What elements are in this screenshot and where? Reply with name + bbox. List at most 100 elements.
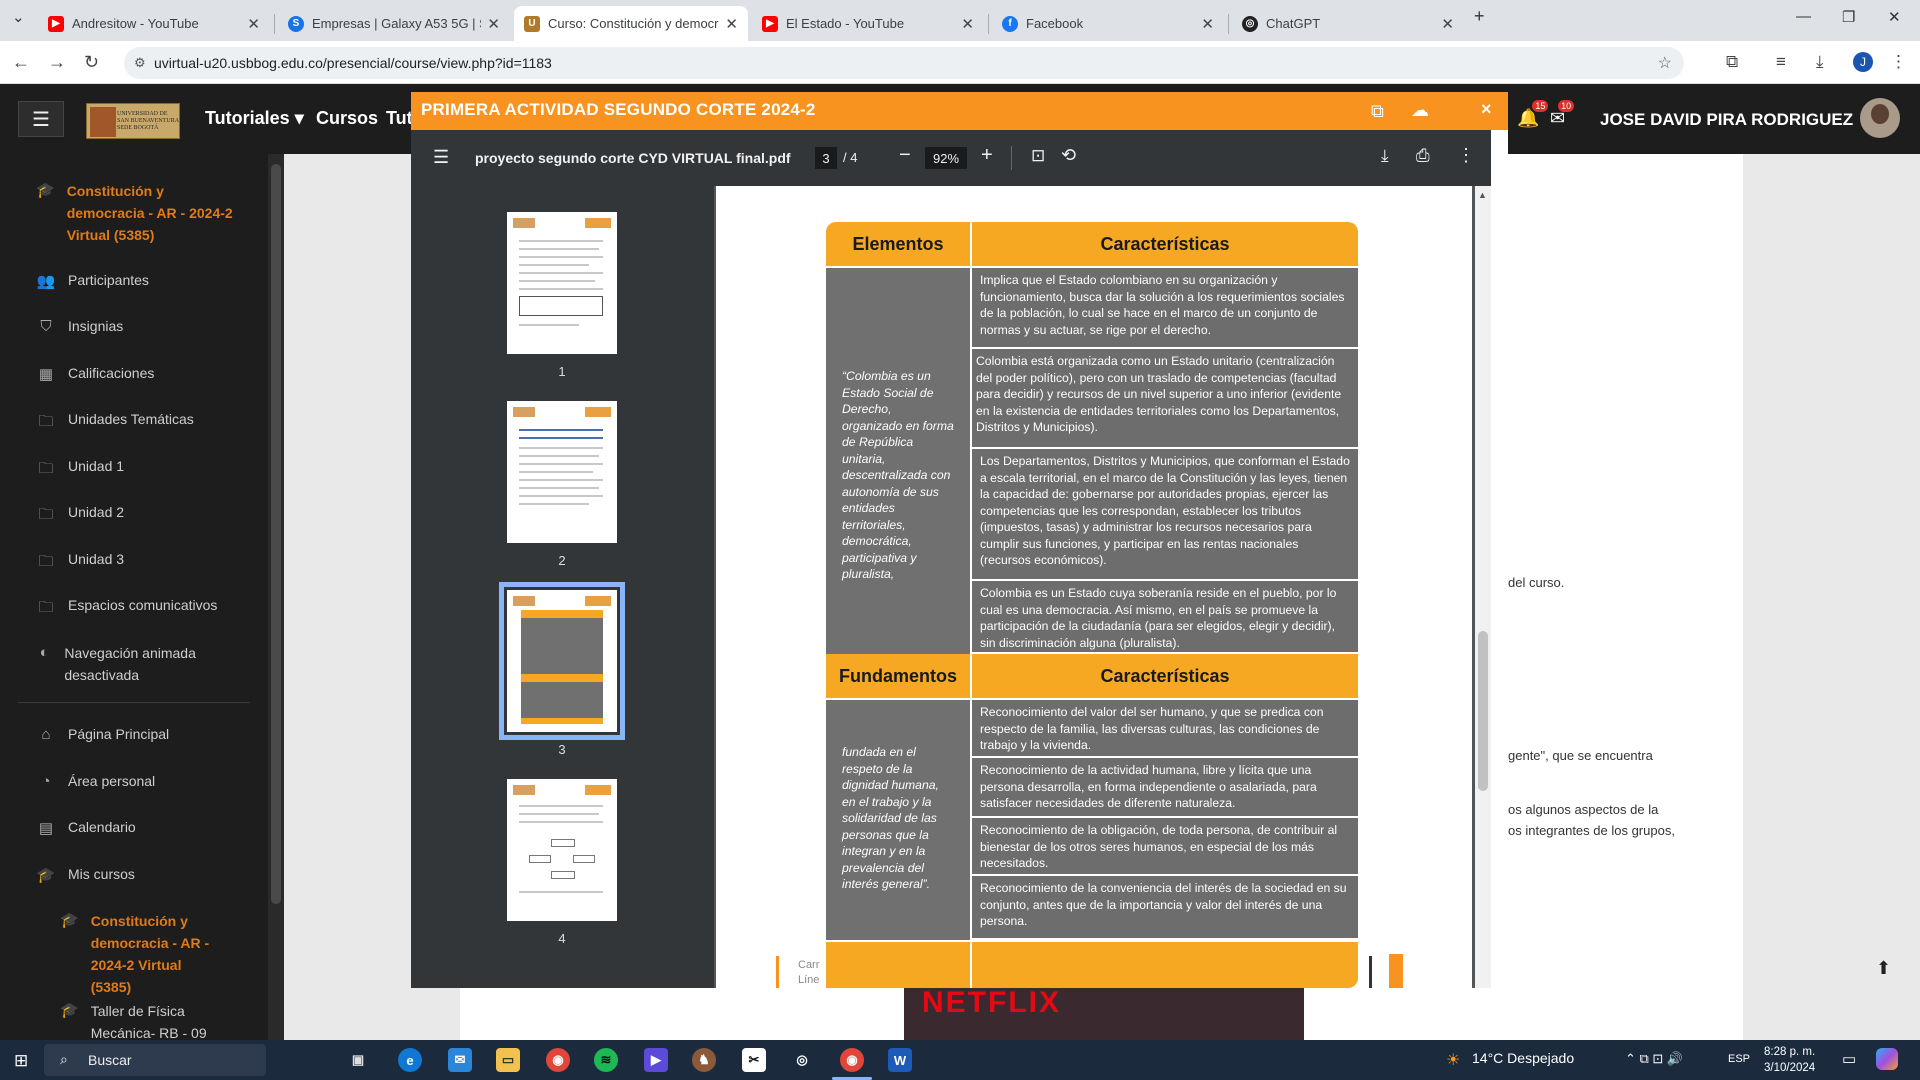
download-icon[interactable]: ⤓	[1816, 52, 1824, 72]
zoom-in-icon[interactable]: +	[981, 144, 993, 167]
video-editor-icon[interactable]: ▶	[644, 1048, 668, 1072]
rotate-icon[interactable]: ⟲	[1061, 145, 1076, 166]
mail-icon[interactable]: ✉	[448, 1048, 472, 1072]
media-icon[interactable]: ≡	[1776, 52, 1786, 72]
university-logo[interactable]: UNIVERSIDAD DE SAN BUENAVENTURA SEDE BOG…	[86, 103, 180, 139]
nav-tutoriales[interactable]: Tutoriales ▾	[205, 108, 304, 129]
browser-tab-4[interactable]: ▶ El Estado - YouTube ✕	[752, 6, 984, 41]
browser-tab-3[interactable]: U Curso: Constitución y democrac ✕	[514, 6, 748, 41]
browser-tab-5[interactable]: f Facebook ✕	[992, 6, 1224, 41]
spotify-icon[interactable]: ≋	[594, 1048, 618, 1072]
pdf-thumbnail-sidebar: 1 2 3 4	[411, 186, 714, 988]
game-icon[interactable]: ♞	[692, 1048, 716, 1072]
sidebar-item-espacios-comunicativos[interactable]: 🗀 Espacios comunicativos	[36, 597, 217, 622]
sidebar-item-mis-cursos[interactable]: 🎓 Mis cursos	[36, 866, 135, 884]
bookmark-star-icon[interactable]: ☆	[1658, 53, 1672, 73]
cloud-download-icon[interactable]: ☁	[1411, 100, 1429, 121]
browser-tab-2[interactable]: S Empresas | Galaxy A53 5G | SM- ✕	[278, 6, 510, 41]
pdf-menu-icon[interactable]: ☰	[433, 147, 449, 168]
user-name[interactable]: JOSE DAVID PIRA RODRIGUEZ	[1600, 110, 1853, 130]
copilot-icon[interactable]	[1876, 1048, 1898, 1070]
close-tab-icon[interactable]: ✕	[961, 15, 974, 33]
sidebar-mycourse-2[interactable]: 🎓 Taller de Física Mecánica- RB - 09	[60, 1000, 220, 1044]
sidebar-item-area-personal[interactable]: ◔ Área personal	[36, 773, 155, 790]
nav-cursos[interactable]: Cursos	[316, 108, 378, 129]
pdf-thumbnail-3[interactable]	[499, 582, 625, 740]
youtube-icon: ▶	[48, 15, 64, 32]
zoom-out-icon[interactable]: −	[899, 144, 911, 167]
footer-accent-bar	[776, 956, 779, 988]
message-icon[interactable]: ✉ 10	[1550, 100, 1575, 129]
copy-icon[interactable]: ⧉	[1371, 101, 1384, 122]
taskbar-clock[interactable]: 8:28 p. m. 3/10/2024	[1764, 1044, 1815, 1076]
pdf-scrollbar[interactable]: ▲	[1475, 186, 1491, 988]
forward-icon[interactable]: →	[48, 52, 66, 73]
pdf-thumbnail-2[interactable]	[507, 401, 617, 543]
sidebar-course-title[interactable]: 🎓 Constitución y democracia - AR - 2024-…	[36, 180, 236, 246]
sidebar-item-navegacion-animada[interactable]: ◐ Navegación animada desactivada	[36, 642, 236, 686]
word-icon[interactable]: W	[888, 1048, 912, 1072]
pdf-thumbnail-1[interactable]	[507, 212, 617, 354]
sidebar-item-insignias[interactable]: ⛉ Insignias	[36, 318, 123, 335]
browser-tab-6[interactable]: ◎ ChatGPT ✕	[1232, 6, 1464, 41]
windows-start-icon[interactable]: ⊞	[14, 1051, 28, 1071]
print-icon[interactable]: ⎙	[1416, 146, 1430, 166]
system-tray-icons[interactable]: ⌃ ⧉ ⊡ 🔊	[1625, 1051, 1683, 1067]
sidebar-item-participantes[interactable]: 👥 Participantes	[36, 272, 149, 290]
minimize-icon[interactable]: —	[1796, 8, 1811, 25]
profile-avatar[interactable]: J	[1853, 52, 1873, 72]
sidebar-item-unidad-3[interactable]: 🗀 Unidad 3	[36, 551, 124, 576]
back-icon[interactable]: ←	[12, 52, 30, 73]
more-options-icon[interactable]: ⋮	[1457, 145, 1475, 166]
edge-icon[interactable]: e	[398, 1048, 422, 1072]
nav-tut[interactable]: Tut	[386, 108, 413, 129]
sidebar-item-unidades-tematicas[interactable]: 🗀 Unidades Temáticas	[36, 411, 193, 436]
bell-icon[interactable]: 🔔 15	[1517, 100, 1549, 129]
sidebar-mycourse-1[interactable]: 🎓 Constitución y democracia - AR - 2024-…	[60, 910, 220, 998]
file-explorer-icon[interactable]: ▭	[496, 1048, 520, 1072]
pdf-thumbnail-4[interactable]	[507, 779, 617, 921]
task-view-icon[interactable]: ▣	[346, 1048, 370, 1072]
browser-tab-1[interactable]: ▶ Andresitow - YouTube ✕	[38, 6, 270, 41]
modal-close-button[interactable]: ×	[1481, 99, 1492, 120]
user-avatar[interactable]	[1860, 98, 1900, 138]
weather-widget[interactable]: ☀ 14°C Despejado	[1446, 1050, 1574, 1069]
chrome-icon[interactable]: ◉	[546, 1048, 570, 1072]
sidebar-item-calificaciones[interactable]: ▦ Calificaciones	[36, 365, 154, 383]
pdf-zoom-input[interactable]: 92%	[925, 147, 967, 169]
modal-title: PRIMERA ACTIVIDAD SEGUNDO CORTE 2024-2	[421, 100, 816, 119]
new-tab-icon[interactable]: +	[1474, 6, 1485, 27]
close-tab-icon[interactable]: ✕	[487, 15, 500, 33]
sidebar-item-calendario[interactable]: ▤ Calendario	[36, 819, 136, 837]
hamburger-menu-button[interactable]: ☰	[18, 101, 64, 137]
sidebar-scrollbar[interactable]	[268, 154, 284, 1040]
pdf-page-input[interactable]: 3	[815, 147, 837, 169]
sidebar-item-pagina-principal[interactable]: ⌂ Página Principal	[36, 726, 169, 743]
quote-cell-elementos: “Colombia es un Estado Social de Derecho…	[826, 268, 970, 654]
language-indicator[interactable]: ESP	[1728, 1053, 1750, 1065]
close-window-icon[interactable]: ✕	[1888, 8, 1901, 26]
taskbar-search[interactable]: ⌕ Buscar	[44, 1044, 266, 1076]
capcut-icon[interactable]: ✂	[742, 1048, 766, 1072]
facebook-icon: f	[1002, 15, 1018, 32]
close-tab-icon[interactable]: ✕	[1201, 15, 1214, 33]
notification-center-icon[interactable]: ▭	[1842, 1050, 1856, 1068]
close-tab-icon[interactable]: ✕	[725, 15, 738, 33]
reload-icon[interactable]: ↻	[84, 52, 99, 73]
url-field[interactable]: ⚙ uvirtual-u20.usbbog.edu.co/presencial/…	[124, 47, 1684, 79]
chrome-menu-icon[interactable]: ⋮	[1890, 52, 1907, 72]
extensions-icon[interactable]: ⧉	[1726, 52, 1738, 72]
close-tab-icon[interactable]: ✕	[1441, 15, 1454, 33]
restore-icon[interactable]: ❐	[1842, 8, 1855, 26]
sidebar-item-unidad-1[interactable]: 🗀 Unidad 1	[36, 458, 124, 483]
site-info-icon[interactable]: ⚙	[134, 55, 146, 71]
sidebar-item-unidad-2[interactable]: 🗀 Unidad 2	[36, 504, 124, 529]
obs-icon[interactable]: ◎	[790, 1048, 814, 1072]
chrome-active-icon[interactable]: ◉	[840, 1048, 864, 1072]
tab-search-icon[interactable]: ⌄	[12, 8, 25, 26]
scroll-up-icon[interactable]: ▲	[1478, 190, 1487, 200]
close-tab-icon[interactable]: ✕	[247, 15, 260, 33]
pdf-download-icon[interactable]: ⤓	[1381, 146, 1389, 166]
fit-page-icon[interactable]: ⊡	[1031, 146, 1045, 166]
scroll-to-top-icon[interactable]: ⬆	[1876, 958, 1891, 979]
